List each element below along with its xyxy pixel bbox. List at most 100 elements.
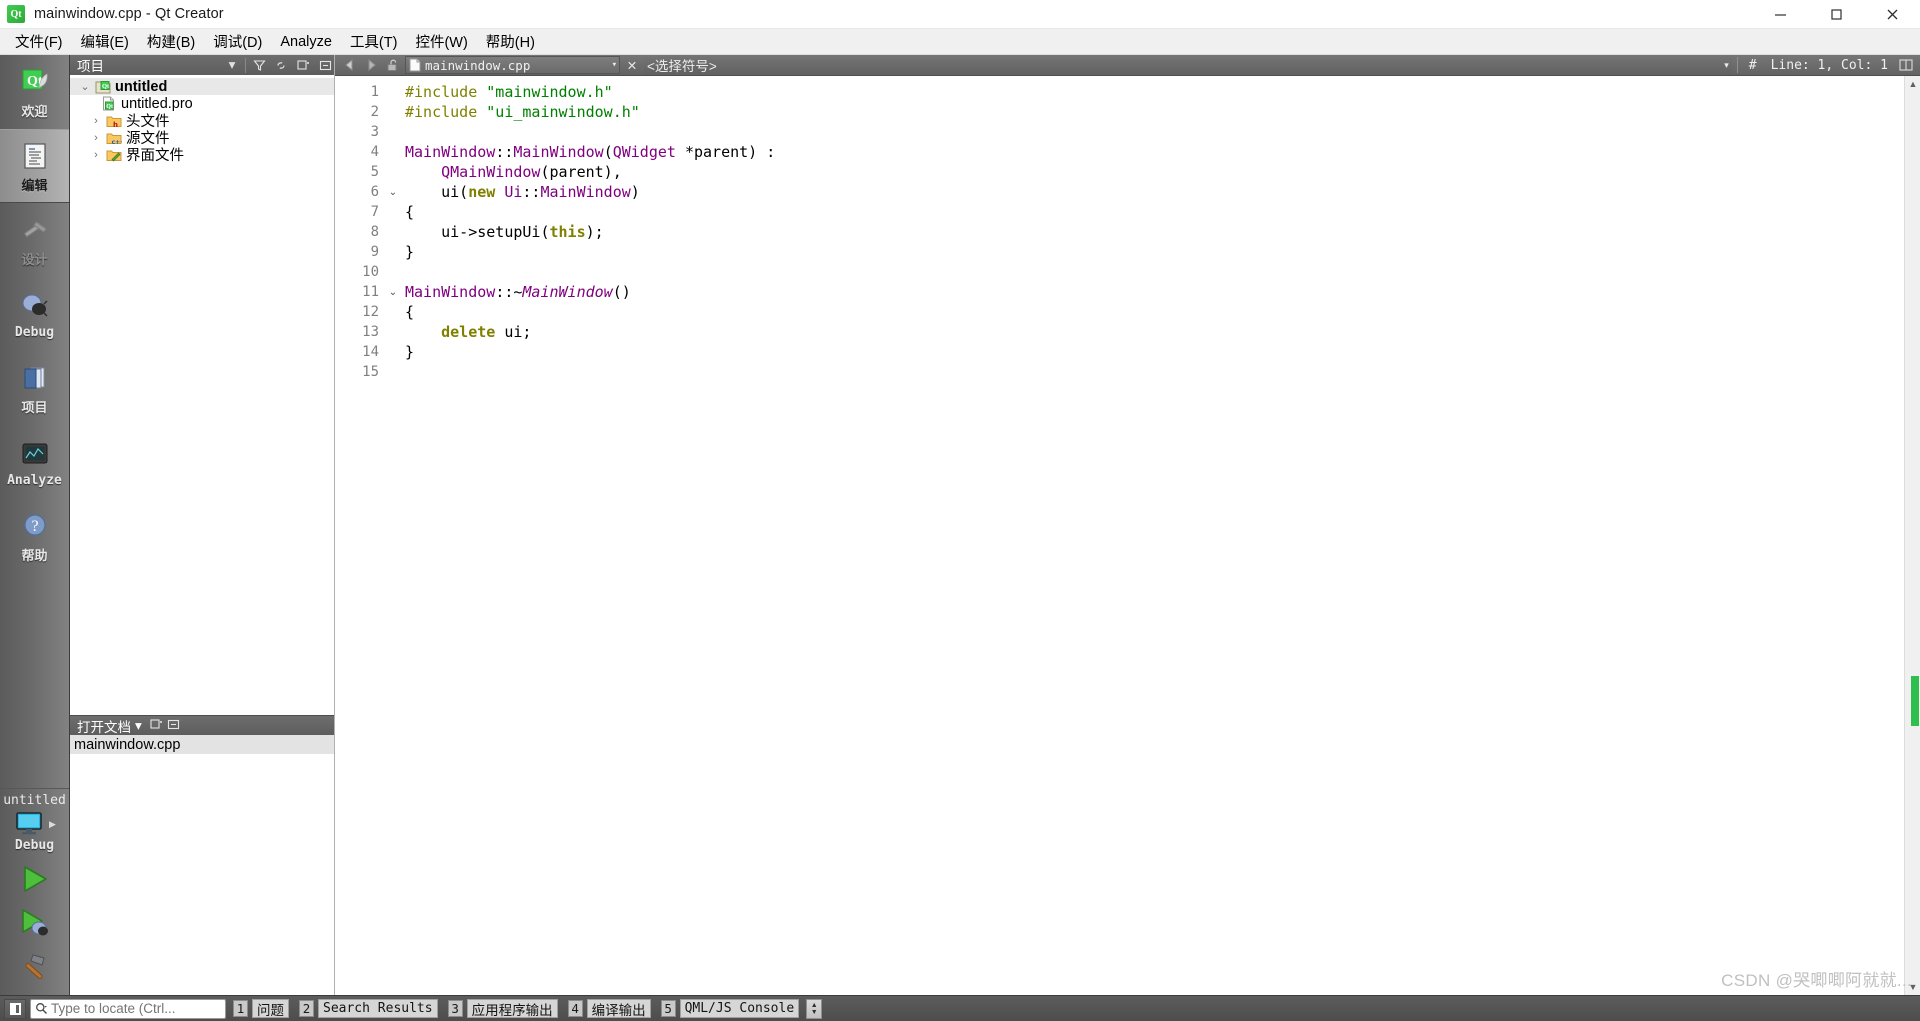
code-line: #include "ui_mainwindow.h": [405, 102, 1920, 122]
mode-analyze[interactable]: Analyze: [0, 425, 69, 499]
line-number: 15: [362, 364, 379, 380]
editor-close-icon[interactable]: ✕: [622, 56, 642, 75]
fold-empty: [385, 262, 401, 282]
close-button[interactable]: [1864, 0, 1920, 29]
projects-dropdown-icon[interactable]: ▾: [223, 56, 241, 74]
code-token: (): [612, 283, 631, 301]
folder-cpp-icon: c++: [105, 130, 122, 145]
search-input[interactable]: [51, 1001, 228, 1016]
menu-tools[interactable]: 工具(T): [341, 28, 407, 55]
tree-row-untitled-pro[interactable]: Qt untitled.pro: [70, 95, 334, 112]
nav-back-icon[interactable]: [339, 56, 359, 75]
output-pane-app-output[interactable]: 3 应用程序输出: [445, 999, 561, 1018]
modebar-spacer: [0, 573, 69, 788]
opendocs-split-pane-icon[interactable]: [150, 718, 163, 734]
fold-column[interactable]: ⌄ ⌄: [385, 76, 401, 995]
nav-forward-icon[interactable]: [361, 56, 381, 75]
mode-welcome[interactable]: Qt 欢迎: [0, 55, 69, 129]
output-pane-qml-console[interactable]: 5 QML/JS Console: [658, 999, 803, 1018]
split-editor-icon[interactable]: [1896, 56, 1916, 75]
menu-build[interactable]: 构建(B): [138, 28, 204, 55]
split-pane-icon[interactable]: [294, 56, 312, 74]
code-line: MainWindow::MainWindow(QWidget *parent) …: [405, 142, 1920, 162]
code-token: MainWindow: [540, 183, 631, 201]
editor-viewport[interactable]: 1 2 3 4 5 6 7 8 9 10 11 12 13 14 15 ⌄ ⌄ #include "mainw…: [335, 76, 1920, 995]
tree-row-headers[interactable]: › h 头文件: [70, 112, 334, 130]
kit-target-row[interactable]: ▶: [0, 810, 69, 838]
editor-linecol-indicator[interactable]: Line: 1, Col: 1: [1765, 58, 1894, 73]
menu-edit[interactable]: 编辑(E): [72, 28, 138, 55]
fold-empty: [385, 142, 401, 162]
code-content[interactable]: #include "mainwindow.h" #include "ui_main…: [401, 76, 1920, 995]
code-token: "ui_mainwindow.h": [486, 103, 640, 121]
opendocs-close-pane-icon[interactable]: [167, 718, 180, 734]
tree-twisty-sources[interactable]: ›: [87, 132, 105, 144]
fold-empty: [385, 102, 401, 122]
editor-vertical-scrollbar[interactable]: ▲ ▼: [1904, 76, 1920, 995]
output-pane-issues[interactable]: 1 问题: [230, 999, 292, 1018]
editor-file-combo[interactable]: mainwindow.cpp ▾: [405, 56, 620, 74]
mode-edit[interactable]: 编辑: [0, 129, 69, 203]
menu-file[interactable]: 文件(F): [6, 28, 72, 55]
line-number: 8: [370, 224, 379, 240]
tree-row-forms[interactable]: › 界面文件: [70, 146, 334, 164]
fold-marker[interactable]: ⌄: [385, 182, 401, 202]
opendocs-dropdown-icon[interactable]: ▾: [135, 718, 142, 734]
main-body: Qt 欢迎 编辑 设计 Debug 项目 Analyze ? 帮助 untitl…: [0, 55, 1920, 995]
editor-symbol-dropdown-icon[interactable]: ▾: [1724, 60, 1729, 71]
fold-marker[interactable]: ⌄: [385, 282, 401, 302]
opendocs-list[interactable]: mainwindow.cpp: [70, 735, 334, 995]
output-pane-issues-num: 1: [233, 1000, 248, 1017]
close-pane-icon[interactable]: [316, 56, 334, 74]
line-number: 11: [362, 284, 379, 300]
opendocs-item-mainwindow-cpp[interactable]: mainwindow.cpp: [70, 735, 334, 754]
locator-search-box[interactable]: [30, 998, 228, 1019]
mode-help[interactable]: ? 帮助: [0, 499, 69, 573]
menu-help[interactable]: 帮助(H): [477, 28, 544, 55]
minimize-button[interactable]: [1752, 0, 1808, 29]
mode-projects[interactable]: 项目: [0, 351, 69, 425]
scrollbar-down-arrow[interactable]: ▼: [1905, 979, 1920, 995]
menu-window[interactable]: 控件(W): [406, 28, 476, 55]
run-button[interactable]: [0, 857, 69, 901]
output-pane-search-results[interactable]: 2 Search Results: [296, 999, 441, 1018]
tree-twisty-expanded[interactable]: ⌄: [76, 80, 94, 93]
output-pane-compile-num: 4: [567, 1000, 583, 1017]
output-pane-qml-label: QML/JS Console: [679, 999, 800, 1018]
menu-analyze[interactable]: Analyze: [271, 31, 341, 53]
code-token: (parent),: [540, 163, 622, 181]
maximize-button[interactable]: [1808, 0, 1864, 29]
tree-row-sources[interactable]: › c++ 源文件: [70, 129, 334, 147]
mode-design[interactable]: 设计: [0, 203, 69, 277]
debug-run-button[interactable]: [0, 901, 69, 945]
output-pane-issues-label: 问题: [252, 999, 289, 1018]
editor-file-dropdown-icon[interactable]: ▾: [612, 60, 617, 70]
fold-empty: [385, 222, 401, 242]
code-token: ::~: [495, 283, 523, 301]
project-tree[interactable]: ⌄ Qt untitled Qt untitled.pro › h 头文件 › …: [70, 75, 334, 715]
output-pane-compile-output[interactable]: 4 编译输出: [565, 999, 654, 1018]
fold-empty: [385, 122, 401, 142]
kit-selector-block: untitled ▶ Debug: [0, 788, 69, 995]
tree-twisty-headers[interactable]: ›: [87, 115, 105, 127]
status-bar: 1 问题 2 Search Results 3 应用程序输出 4 编译输出 5 …: [0, 995, 1920, 1021]
output-pane-spinner[interactable]: ▲ ▼: [806, 998, 823, 1019]
build-button[interactable]: [0, 945, 69, 989]
mode-debug[interactable]: Debug: [0, 277, 69, 351]
filter-funnel-icon[interactable]: [250, 56, 268, 74]
tree-label-forms: 界面文件: [126, 148, 184, 164]
sync-link-icon[interactable]: [272, 56, 290, 74]
editor-symbol-combo[interactable]: <选择符号> ▾: [644, 56, 1732, 74]
code-line: }: [405, 242, 1920, 262]
unlocked-padlock-icon[interactable]: [383, 56, 403, 75]
tree-twisty-forms[interactable]: ›: [87, 149, 105, 161]
toggle-sidebar-icon[interactable]: [4, 998, 26, 1019]
code-line: #include "mainwindow.h": [405, 82, 1920, 102]
code-token: this: [549, 223, 586, 241]
editor-toolbar-sep: [1736, 57, 1738, 73]
mode-edit-label: 编辑: [21, 178, 48, 194]
scrollbar-up-arrow[interactable]: ▲: [1905, 76, 1920, 92]
tree-row-untitled[interactable]: ⌄ Qt untitled: [70, 78, 334, 95]
menu-debug[interactable]: 调试(D): [204, 28, 271, 55]
fold-empty: [385, 202, 401, 222]
